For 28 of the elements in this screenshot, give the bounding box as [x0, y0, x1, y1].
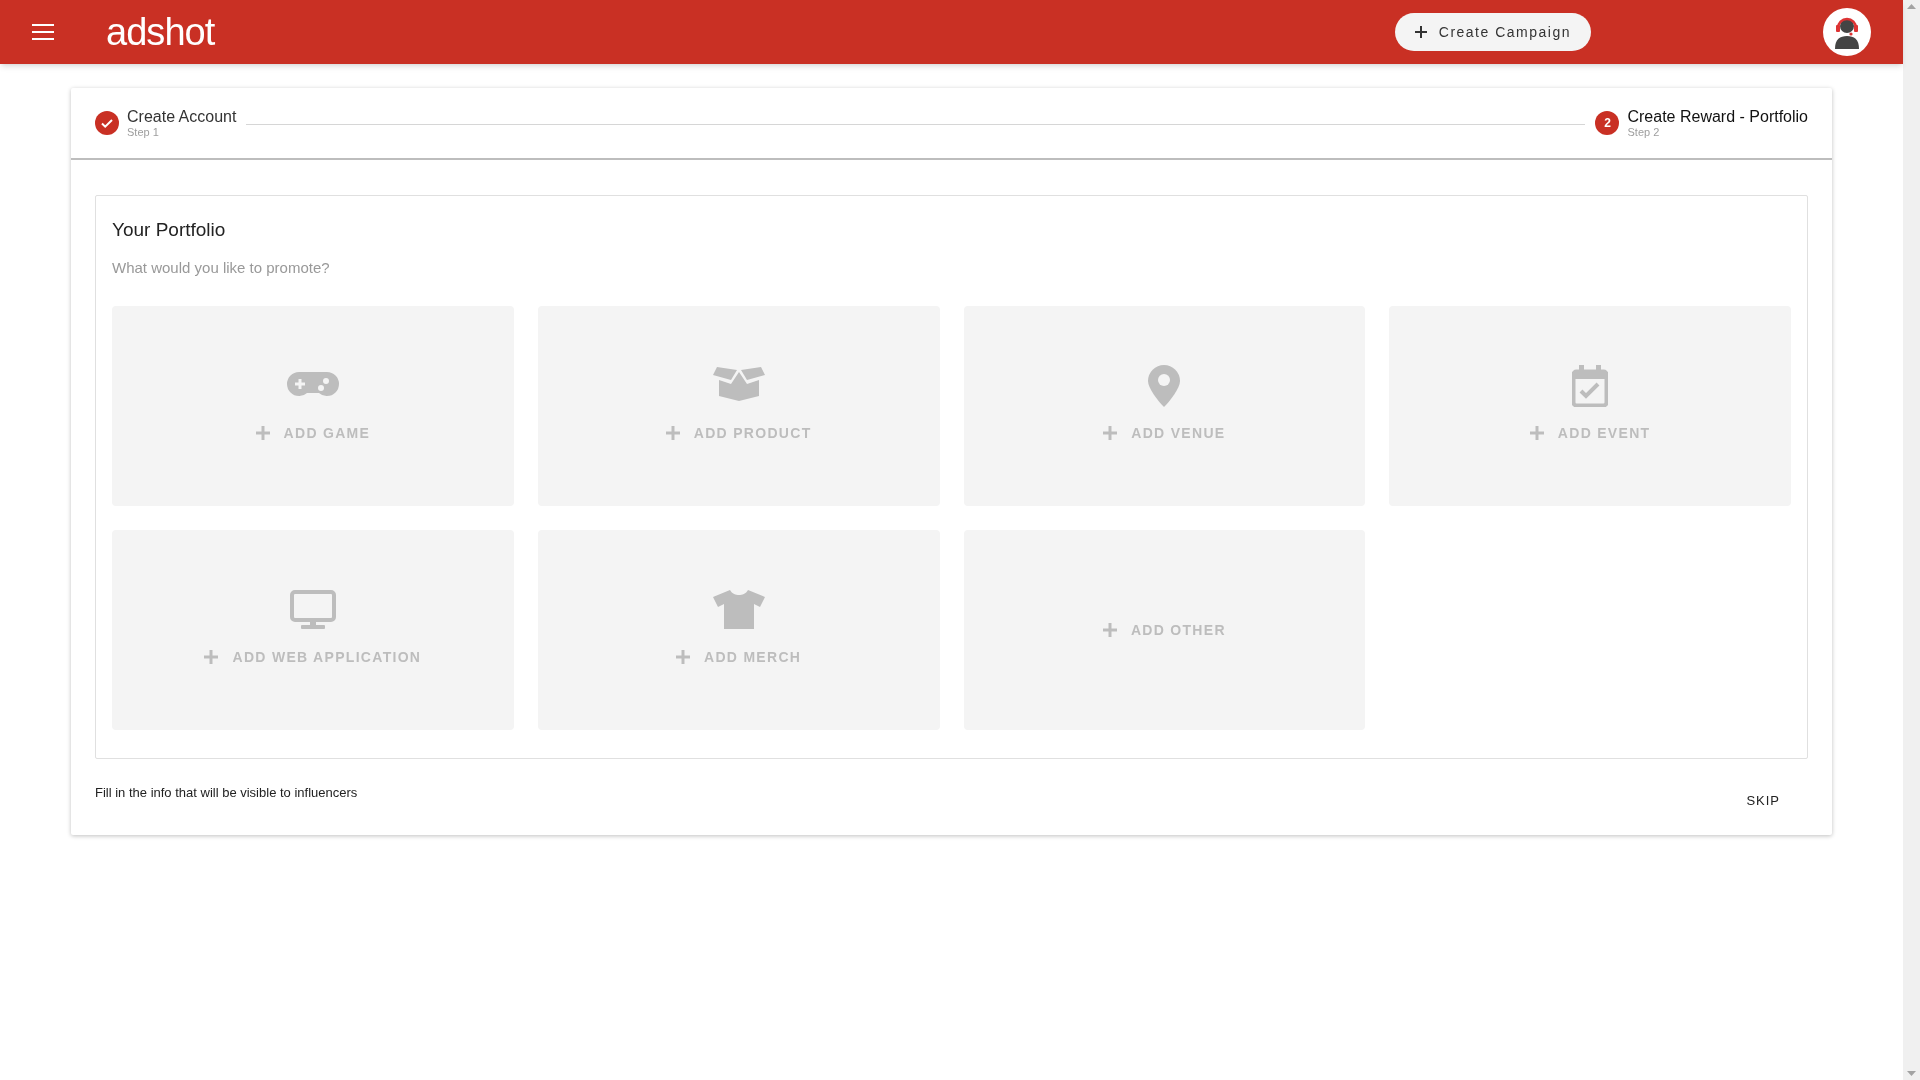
skip-button[interactable]: SKIP — [1746, 791, 1780, 811]
menu-icon[interactable] — [32, 24, 54, 40]
support-avatar-icon[interactable] — [1823, 8, 1871, 56]
portfolio-subtitle: What would you like to promote? — [112, 257, 331, 278]
plus-icon — [1529, 426, 1544, 440]
plus-icon — [665, 426, 680, 440]
scroll-down-icon — [1907, 1071, 1916, 1076]
plus-icon — [255, 426, 270, 440]
create-campaign-button[interactable]: Create Campaign — [1394, 13, 1591, 51]
plus-icon — [1103, 426, 1118, 440]
t-shirt-icon — [712, 588, 765, 631]
plus-icon — [1414, 26, 1427, 38]
plus-icon — [204, 650, 219, 664]
plus-icon — [676, 650, 690, 664]
step-title: Create Reward - Portfolio — [1627, 108, 1808, 126]
step-subtitle: Step 2 — [1627, 126, 1661, 138]
footer-hint: Fill in the info that will be visible to influencers — [95, 784, 358, 802]
plus-icon — [1102, 623, 1117, 637]
monitor-icon — [289, 588, 336, 631]
app-logo[interactable]: adshot — [106, 13, 215, 51]
step-subtitle: Step 1 — [127, 126, 160, 138]
step-title: Create Account — [127, 108, 237, 126]
scrollbar[interactable] — [1903, 0, 1920, 1080]
map-pin-icon — [1148, 364, 1181, 407]
portfolio-title: Your Portfolio — [112, 218, 227, 242]
step-number: 2 — [1595, 111, 1620, 135]
calendar-check-icon — [1572, 364, 1609, 407]
scroll-up-icon — [1907, 4, 1916, 9]
